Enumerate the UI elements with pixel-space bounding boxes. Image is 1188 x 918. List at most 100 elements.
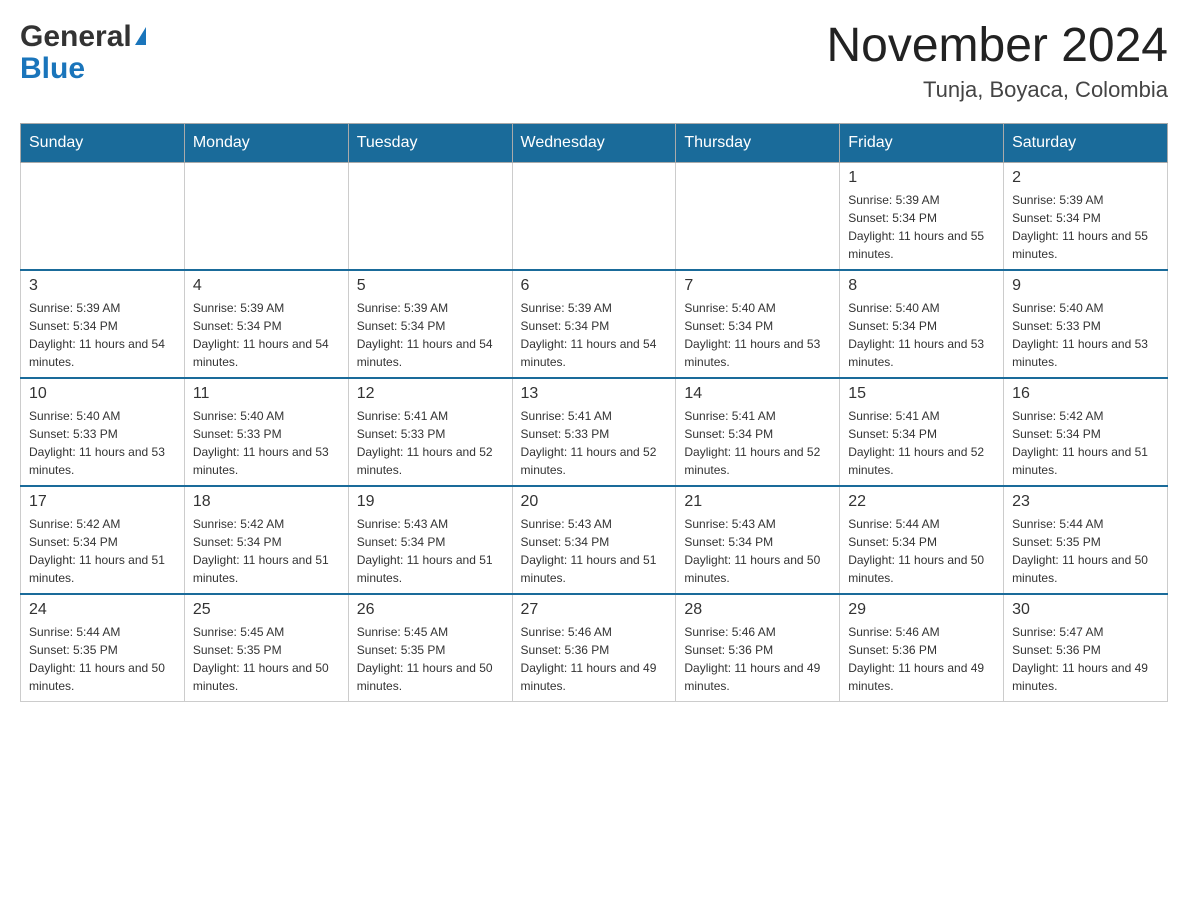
day-number: 1 [848,169,995,187]
day-sun-info: Sunrise: 5:43 AM Sunset: 5:34 PM Dayligh… [521,515,668,587]
calendar-cell: 12 Sunrise: 5:41 AM Sunset: 5:33 PM Dayli… [348,378,512,486]
calendar-cell: 16 Sunrise: 5:42 AM Sunset: 5:34 PM Dayli… [1004,378,1168,486]
day-number: 25 [193,601,340,619]
day-sun-info: Sunrise: 5:41 AM Sunset: 5:33 PM Dayligh… [521,407,668,479]
calendar-cell: 11 Sunrise: 5:40 AM Sunset: 5:33 PM Dayli… [184,378,348,486]
day-number: 6 [521,277,668,295]
calendar-cell: 8 Sunrise: 5:40 AM Sunset: 5:34 PM Daylig… [840,270,1004,378]
calendar-header-row: SundayMondayTuesdayWednesdayThursdayFrid… [21,123,1168,162]
day-number: 11 [193,385,340,403]
calendar-cell [21,162,185,270]
calendar-cell: 22Sunrise: 5:44 AM Sunset: 5:34 PM Dayli… [840,486,1004,594]
day-number: 21 [684,493,831,511]
day-number: 19 [357,493,504,511]
calendar-cell: 29 Sunrise: 5:46 AM Sunset: 5:36 PM Dayli… [840,594,1004,702]
day-sun-info: Sunrise: 5:42 AM Sunset: 5:34 PM Dayligh… [29,515,176,587]
day-of-week-header: Sunday [21,123,185,162]
calendar-cell: 3 Sunrise: 5:39 AM Sunset: 5:34 PM Daylig… [21,270,185,378]
calendar-cell: 14Sunrise: 5:41 AM Sunset: 5:34 PM Dayli… [676,378,840,486]
calendar-cell: 13 Sunrise: 5:41 AM Sunset: 5:33 PM Dayli… [512,378,676,486]
day-number: 4 [193,277,340,295]
calendar-cell: 26 Sunrise: 5:45 AM Sunset: 5:35 PM Dayli… [348,594,512,702]
day-sun-info: Sunrise: 5:40 AM Sunset: 5:34 PM Dayligh… [684,299,831,371]
calendar-cell: 10 Sunrise: 5:40 AM Sunset: 5:33 PM Dayli… [21,378,185,486]
day-number: 16 [1012,385,1159,403]
calendar-cell: 28Sunrise: 5:46 AM Sunset: 5:36 PM Dayli… [676,594,840,702]
calendar-table: SundayMondayTuesdayWednesdayThursdayFrid… [20,123,1168,702]
day-of-week-header: Wednesday [512,123,676,162]
calendar-cell [348,162,512,270]
day-number: 29 [848,601,995,619]
calendar-cell: 24 Sunrise: 5:44 AM Sunset: 5:35 PM Dayli… [21,594,185,702]
calendar-week-row: 10 Sunrise: 5:40 AM Sunset: 5:33 PM Dayli… [21,378,1168,486]
day-number: 10 [29,385,176,403]
day-sun-info: Sunrise: 5:46 AM Sunset: 5:36 PM Dayligh… [848,623,995,695]
calendar-cell: 27Sunrise: 5:46 AM Sunset: 5:36 PM Dayli… [512,594,676,702]
day-sun-info: Sunrise: 5:47 AM Sunset: 5:36 PM Dayligh… [1012,623,1159,695]
day-number: 28 [684,601,831,619]
calendar-cell: 18 Sunrise: 5:42 AM Sunset: 5:34 PM Dayli… [184,486,348,594]
day-sun-info: Sunrise: 5:45 AM Sunset: 5:35 PM Dayligh… [357,623,504,695]
calendar-cell: 21 Sunrise: 5:43 AM Sunset: 5:34 PM Dayli… [676,486,840,594]
day-number: 13 [521,385,668,403]
day-number: 3 [29,277,176,295]
calendar-week-row: 1 Sunrise: 5:39 AM Sunset: 5:34 PM Daylig… [21,162,1168,270]
location-subtitle: Tunja, Boyaca, Colombia [826,77,1168,103]
calendar-cell: 2Sunrise: 5:39 AM Sunset: 5:34 PM Daylig… [1004,162,1168,270]
day-of-week-header: Friday [840,123,1004,162]
day-number: 17 [29,493,176,511]
day-number: 24 [29,601,176,619]
calendar-week-row: 24 Sunrise: 5:44 AM Sunset: 5:35 PM Dayli… [21,594,1168,702]
day-sun-info: Sunrise: 5:40 AM Sunset: 5:33 PM Dayligh… [1012,299,1159,371]
calendar-week-row: 3 Sunrise: 5:39 AM Sunset: 5:34 PM Daylig… [21,270,1168,378]
day-number: 2 [1012,169,1159,187]
day-sun-info: Sunrise: 5:40 AM Sunset: 5:33 PM Dayligh… [29,407,176,479]
day-number: 15 [848,385,995,403]
calendar-cell: 19Sunrise: 5:43 AM Sunset: 5:34 PM Dayli… [348,486,512,594]
day-sun-info: Sunrise: 5:46 AM Sunset: 5:36 PM Dayligh… [521,623,668,695]
calendar-cell [184,162,348,270]
logo: General Blue [20,20,146,84]
calendar-cell: 7 Sunrise: 5:40 AM Sunset: 5:34 PM Daylig… [676,270,840,378]
day-sun-info: Sunrise: 5:40 AM Sunset: 5:34 PM Dayligh… [848,299,995,371]
day-sun-info: Sunrise: 5:45 AM Sunset: 5:35 PM Dayligh… [193,623,340,695]
day-sun-info: Sunrise: 5:39 AM Sunset: 5:34 PM Dayligh… [29,299,176,371]
day-sun-info: Sunrise: 5:39 AM Sunset: 5:34 PM Dayligh… [193,299,340,371]
day-number: 18 [193,493,340,511]
calendar-cell: 15Sunrise: 5:41 AM Sunset: 5:34 PM Dayli… [840,378,1004,486]
calendar-cell: 30 Sunrise: 5:47 AM Sunset: 5:36 PM Dayli… [1004,594,1168,702]
logo-general: General [20,20,132,54]
day-number: 22 [848,493,995,511]
day-sun-info: Sunrise: 5:39 AM Sunset: 5:34 PM Dayligh… [521,299,668,371]
logo-triangle-icon [135,27,146,45]
day-sun-info: Sunrise: 5:44 AM Sunset: 5:35 PM Dayligh… [29,623,176,695]
calendar-cell: 17 Sunrise: 5:42 AM Sunset: 5:34 PM Dayli… [21,486,185,594]
day-number: 5 [357,277,504,295]
day-number: 8 [848,277,995,295]
day-sun-info: Sunrise: 5:40 AM Sunset: 5:33 PM Dayligh… [193,407,340,479]
title-block: November 2024 Tunja, Boyaca, Colombia [826,20,1168,103]
day-number: 30 [1012,601,1159,619]
day-number: 7 [684,277,831,295]
day-of-week-header: Saturday [1004,123,1168,162]
day-number: 14 [684,385,831,403]
page-header: General Blue November 2024 Tunja, Boyaca… [20,20,1168,103]
day-number: 23 [1012,493,1159,511]
day-sun-info: Sunrise: 5:39 AM Sunset: 5:34 PM Dayligh… [357,299,504,371]
day-of-week-header: Monday [184,123,348,162]
calendar-cell: 20 Sunrise: 5:43 AM Sunset: 5:34 PM Dayli… [512,486,676,594]
day-sun-info: Sunrise: 5:44 AM Sunset: 5:35 PM Dayligh… [1012,515,1159,587]
logo-blue: Blue [20,54,85,84]
day-sun-info: Sunrise: 5:43 AM Sunset: 5:34 PM Dayligh… [684,515,831,587]
day-number: 26 [357,601,504,619]
day-number: 12 [357,385,504,403]
day-sun-info: Sunrise: 5:39 AM Sunset: 5:34 PM Dayligh… [848,191,995,263]
day-of-week-header: Thursday [676,123,840,162]
calendar-cell [512,162,676,270]
day-sun-info: Sunrise: 5:42 AM Sunset: 5:34 PM Dayligh… [193,515,340,587]
day-number: 20 [521,493,668,511]
calendar-cell: 25 Sunrise: 5:45 AM Sunset: 5:35 PM Dayli… [184,594,348,702]
day-sun-info: Sunrise: 5:42 AM Sunset: 5:34 PM Dayligh… [1012,407,1159,479]
day-sun-info: Sunrise: 5:41 AM Sunset: 5:33 PM Dayligh… [357,407,504,479]
calendar-cell: 4 Sunrise: 5:39 AM Sunset: 5:34 PM Daylig… [184,270,348,378]
